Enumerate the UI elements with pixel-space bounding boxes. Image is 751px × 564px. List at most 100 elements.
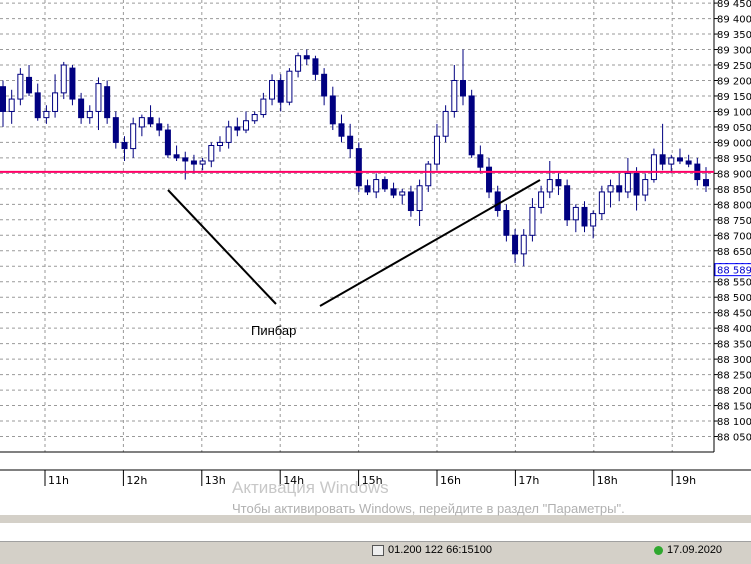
x-tick-label: 12h (126, 474, 147, 487)
connection-icon (372, 544, 384, 556)
candle-body (43, 110, 50, 119)
status-connection-text: 01.200 122 66:15100 (388, 544, 492, 556)
y-tick-label: 89 400 (717, 15, 751, 26)
candle-body (78, 98, 85, 119)
candle-body (624, 172, 631, 193)
candle-body (321, 73, 328, 97)
candle-body (251, 114, 258, 122)
candle-body (572, 206, 579, 221)
candle-body (503, 210, 510, 236)
y-tick-label: 88 700 (717, 231, 751, 242)
candle-body (164, 129, 171, 156)
candle-body (451, 79, 458, 112)
candle-body (121, 141, 128, 150)
candle-body (269, 79, 276, 100)
y-tick-label: 88 250 (717, 371, 751, 382)
candle-body (546, 179, 553, 193)
y-tick-label: 89 450 (717, 0, 751, 10)
status-bar: 01.200 122 66:15100 17.09.2020 (0, 541, 751, 560)
candle-body (468, 95, 475, 156)
candle-body (581, 206, 588, 227)
price-chart[interactable]: 89 450 89 400 89 350 89 300 89 250 89 200 89 1… (0, 0, 751, 559)
candle-body (538, 191, 545, 208)
candle-body (95, 83, 102, 112)
x-tick-label: 19h (675, 474, 696, 487)
candle-body (199, 160, 206, 165)
candle-body (529, 206, 536, 236)
candle-body (190, 160, 197, 165)
candle-body (17, 73, 24, 100)
candle-body (477, 154, 484, 168)
y-tick-label: 89 100 (717, 107, 751, 118)
candle-body (86, 110, 93, 119)
candle-body (277, 79, 284, 103)
candle-body (364, 185, 371, 193)
y-tick-label: 89 150 (717, 92, 751, 103)
y-tick-label: 88 650 (717, 247, 751, 258)
candle-body (286, 70, 293, 103)
candle-body (590, 213, 597, 227)
candle-body (416, 185, 423, 212)
candle-body (355, 148, 362, 187)
y-tick-label: 88 100 (717, 417, 751, 428)
status-date-text: 17.09.2020 (667, 544, 723, 556)
candle-body (225, 126, 232, 143)
candle-body (295, 55, 302, 72)
candle-body (607, 185, 614, 193)
candle-body (52, 92, 59, 112)
x-tick-label: 17h (518, 474, 539, 487)
candle-body (598, 191, 605, 215)
candle-body (234, 126, 241, 131)
status-date: 17.09.2020 (654, 544, 722, 556)
candle-body (676, 157, 683, 162)
candle-body (147, 117, 154, 125)
y-tick-label: 89 300 (717, 46, 751, 57)
y-tick-label: 88 500 (717, 293, 751, 304)
status-ok-icon (654, 545, 663, 555)
candle-body (338, 123, 345, 137)
candle-body (8, 98, 15, 112)
candle-body (69, 67, 76, 100)
candle-body (156, 123, 163, 131)
candle-body (260, 98, 267, 116)
y-tick-label: 89 000 (717, 138, 751, 149)
candle-body (659, 154, 666, 165)
x-tick-label: 18h (597, 474, 618, 487)
candle-body (130, 123, 137, 150)
candle-body (182, 157, 189, 162)
candle-body (494, 191, 501, 212)
y-tick-label: 88 400 (717, 324, 751, 335)
candle-body (512, 234, 519, 255)
candle-body (703, 179, 709, 187)
candle-body (433, 135, 440, 165)
activation-watermark-subtitle: Чтобы активировать Windows, перейдите в … (232, 501, 625, 516)
y-tick-label: 88 750 (717, 216, 751, 227)
candle-body (303, 55, 310, 60)
y-tick-label: 89 200 (717, 76, 751, 87)
candle-body (407, 191, 414, 212)
candle-body (442, 110, 449, 137)
y-tick-label: 88 800 (717, 200, 751, 211)
candle-body (555, 179, 562, 187)
candle-body (520, 234, 527, 255)
candle-body (312, 58, 319, 75)
activation-watermark-title: Активация Windows (232, 478, 389, 497)
candle-body (685, 160, 692, 165)
candle-body (34, 92, 41, 119)
candle-body (650, 154, 657, 181)
candle-body (216, 141, 223, 147)
y-tick-label: 88 200 (717, 386, 751, 397)
y-tick-label: 88 300 (717, 355, 751, 366)
y-tick-label: 88 350 (717, 340, 751, 351)
candle-body (60, 64, 67, 94)
y-tick-label: 88 900 (717, 169, 751, 180)
y-tick-label: 89 350 (717, 30, 751, 41)
candle-body (347, 135, 354, 150)
candle-body (112, 117, 119, 143)
candle-body (373, 179, 380, 193)
candle-body (459, 79, 466, 97)
candle-body (399, 191, 406, 196)
candle-body (390, 188, 397, 196)
candle-body (138, 117, 145, 128)
candle-body (642, 179, 649, 196)
